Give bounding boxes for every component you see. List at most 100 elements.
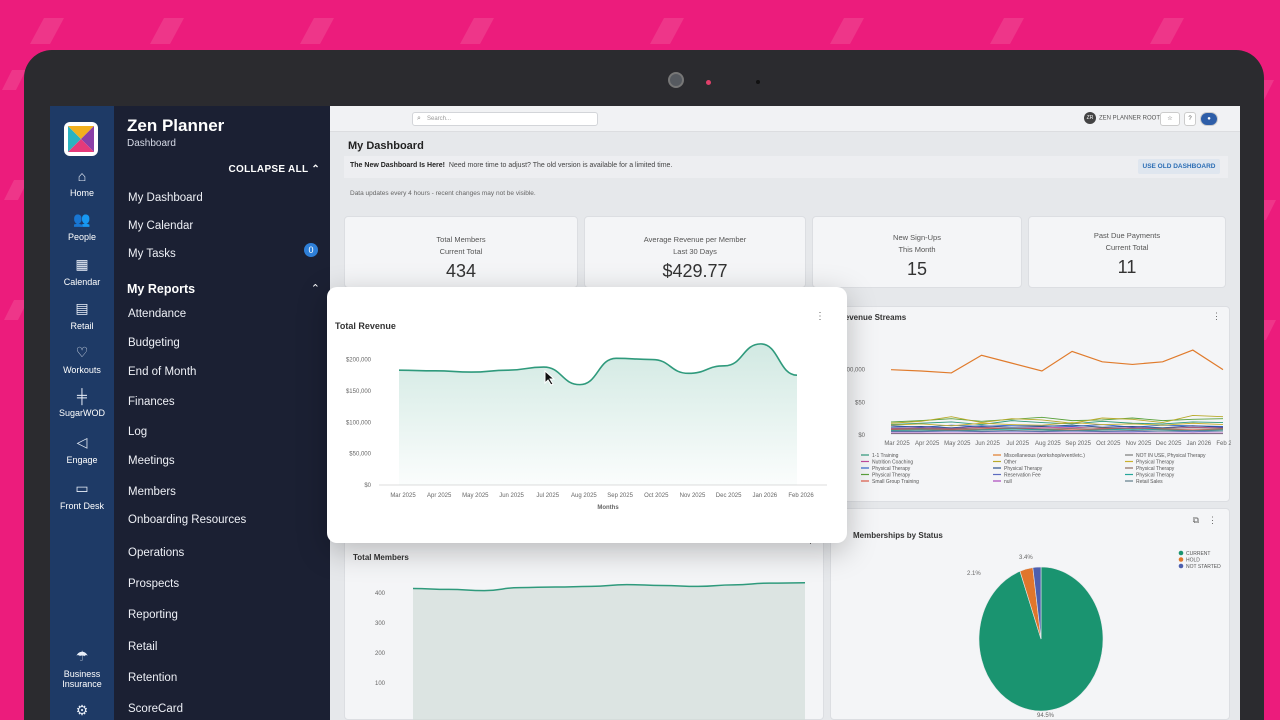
rail-item-people[interactable]: 👥 People (50, 211, 114, 242)
kpi-card-total-members[interactable]: Total Members Current Total 434 (344, 216, 578, 288)
legend-label: Retail Sales (1136, 479, 1163, 485)
app-section: Dashboard (127, 138, 176, 149)
kpi-card-past-due[interactable]: Past Due Payments Current Total 11 (1028, 216, 1226, 288)
y-tick-label: 400 (375, 591, 386, 597)
x-tick-label: May 2025 (944, 441, 971, 447)
rail-item-retail[interactable]: ▤ Retail (50, 300, 114, 331)
members-area (413, 582, 805, 720)
x-tick-label: May 2025 (462, 493, 489, 499)
nav-report-reporting[interactable]: Reporting (128, 609, 178, 621)
nav-my-tasks[interactable]: My Tasks (128, 248, 176, 260)
kpi-sub: This Month (898, 245, 936, 254)
kpi-value: 15 (906, 259, 928, 279)
y-tick-label: 200 (375, 651, 386, 657)
legend-label: Physical Therapy (872, 473, 911, 479)
home-icon: ⌂ (77, 168, 87, 184)
legend-label: Physical Therapy (1004, 466, 1043, 472)
x-axis-title: Months (597, 505, 619, 511)
collapse-all-label: COLLAPSE ALL (228, 164, 309, 175)
nav-report-finances[interactable]: Finances (128, 396, 175, 408)
kpi-card-avg-revenue[interactable]: Average Revenue per Member Last 30 Days … (584, 216, 806, 288)
nav-report-meetings[interactable]: Meetings (128, 455, 175, 467)
sidebar: Zen Planner Dashboard COLLAPSE ALL ⌃ My … (114, 106, 330, 720)
dumbbell-icon: ╪ (77, 388, 87, 404)
x-tick-label: Jan 2026 (752, 493, 777, 499)
legend-label: null (1004, 479, 1012, 485)
banner-text: The New Dashboard Is Here! Need more tim… (350, 162, 672, 169)
nav-report-members[interactable]: Members (128, 486, 176, 498)
search-icon: ⌕ (417, 115, 421, 122)
nav-my-calendar[interactable]: My Calendar (128, 220, 193, 232)
data-update-note: Data updates every 4 hours - recent chan… (350, 190, 536, 197)
x-tick-label: Oct 2025 (1096, 441, 1121, 447)
rail-item-engage[interactable]: ◁ Engage (50, 434, 114, 465)
x-tick-label: Aug 2025 (1035, 441, 1061, 447)
my-reports-header[interactable]: My Reports (127, 282, 195, 296)
camera-sensor (756, 80, 760, 84)
collapse-all-button[interactable]: COLLAPSE ALL ⌃ (229, 164, 321, 175)
nav-report-onboarding-resources[interactable]: Onboarding Resources (128, 514, 246, 526)
legend-label: CURRENT (1186, 551, 1210, 557)
nav-report-prospects[interactable]: Prospects (128, 578, 179, 590)
x-tick-label: Jun 2025 (499, 493, 524, 499)
app-title: Zen Planner (127, 116, 225, 135)
legend-label: HOLD (1186, 558, 1200, 564)
umbrella-icon: ☂ (75, 648, 89, 664)
x-tick-label: Nov 2025 (1126, 441, 1152, 447)
legend-label: Reservation Fee (1004, 473, 1041, 479)
rail-item-front-desk[interactable]: ▭ Front Desk (50, 480, 114, 511)
banner-headline: The New Dashboard Is Here! (350, 162, 445, 169)
legend-label: Miscellaneous (workshop/event/etc.) (1004, 453, 1085, 459)
nav-report-retention[interactable]: Retention (128, 672, 177, 684)
favorites-button[interactable]: ☆ (1160, 112, 1180, 126)
legend-swatch (1178, 563, 1184, 569)
nav-report-log[interactable]: Log (128, 426, 147, 438)
legend-label: Physical Therapy (1136, 473, 1175, 479)
chevron-up-icon[interactable]: ⌃ (311, 282, 320, 295)
nav-my-dashboard[interactable]: My Dashboard (128, 192, 203, 204)
zen-planner-logo[interactable] (64, 122, 98, 156)
rail-item-settings[interactable]: ⚙ (50, 702, 114, 720)
monitor-icon: ▭ (75, 480, 89, 496)
total-revenue-chart: $0 $50,000 $100,000 $150,000 $200,000 Mar 202… (346, 343, 827, 511)
total-members-card: Total Members ⋮ 100200300400 (344, 524, 824, 720)
new-dashboard-banner: The New Dashboard Is Here! Need more tim… (344, 156, 1228, 178)
kpi-card-new-signups[interactable]: New Sign-Ups This Month 15 (812, 216, 1022, 288)
use-old-dashboard-button[interactable]: USE OLD DASHBOARD (1138, 159, 1220, 174)
megaphone-icon: ◁ (76, 434, 88, 450)
rail-item-business-insurance[interactable]: ☂ Business Insurance (50, 648, 114, 689)
total-revenue-card: Total Revenue ⋮ $0 $50,000 $100,000 $150,00… (327, 287, 847, 543)
nav-report-operations[interactable]: Operations (128, 547, 184, 559)
legend-label: 1-1 Training (872, 453, 899, 459)
pie-data-label: 94.5% (1037, 713, 1055, 719)
user-menu[interactable]: ZR ZEN PLANNER ROOT (1084, 112, 1160, 124)
x-tick-label: Aug 2025 (571, 493, 597, 499)
y-tick-label: $0 (858, 433, 865, 439)
rail-item-sugarwod[interactable]: ╪ SugarWOD (50, 388, 114, 418)
rail-item-calendar[interactable]: ▦ Calendar (50, 256, 114, 287)
legend-label: Physical Therapy (872, 466, 911, 472)
icon-rail: ⌂ Home 👥 People ▦ Calendar ▤ Retail ♡ Workout… (50, 106, 114, 720)
legend-label: Physical Therapy (1136, 460, 1175, 466)
x-tick-label: Sep 2025 (1065, 441, 1091, 447)
help-button[interactable]: ? (1184, 112, 1196, 126)
nav-report-scorecard[interactable]: ScoreCard (128, 703, 183, 715)
x-tick-label: Mar 2025 (884, 441, 910, 447)
revenue-streams-chart: $0$50$100,000Mar 2025 Apr 2025 May 2025 Jun… (840, 349, 1231, 485)
search-input[interactable]: ⌕ Search... (412, 112, 598, 126)
y-tick-label: $50,000 (349, 452, 371, 458)
nav-report-attendance[interactable]: Attendance (128, 308, 186, 320)
page-title: My Dashboard (348, 140, 424, 152)
nav-report-end-of-month[interactable]: End of Month (128, 366, 196, 378)
kpi-label: New Sign-Ups (893, 233, 941, 242)
nav-report-retail[interactable]: Retail (128, 641, 157, 653)
legend-swatch (1178, 550, 1184, 556)
profile-button[interactable]: ● (1200, 112, 1218, 126)
nav-report-budgeting[interactable]: Budgeting (128, 337, 180, 349)
workouts-icon: ♡ (75, 344, 89, 360)
rail-item-workouts[interactable]: ♡ Workouts (50, 344, 114, 375)
rail-item-home[interactable]: ⌂ Home (50, 168, 114, 198)
rail-label: Engage (66, 455, 98, 465)
revenue-area (399, 343, 797, 485)
retail-icon: ▤ (75, 300, 89, 316)
